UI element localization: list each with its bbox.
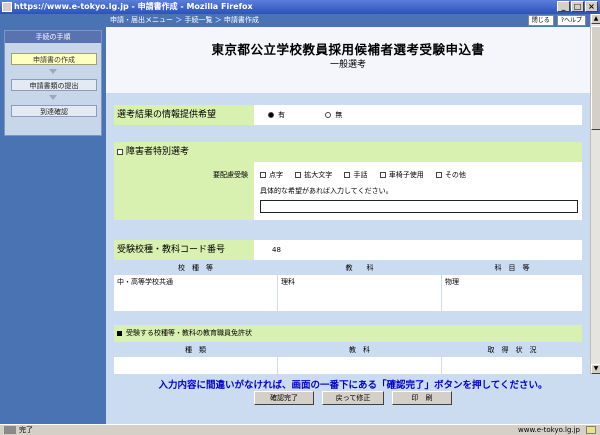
option-wheelchair-checkbox[interactable]: 車椅子使用	[379, 171, 424, 179]
status-bar: 完了 www.e-tokyo.lg.jp	[0, 424, 600, 435]
exam-code-label: 受験校種・教科コード番号	[114, 240, 254, 260]
exam-table-cell-course: 物理	[442, 275, 582, 311]
status-text: 完了	[19, 426, 33, 434]
status-domain: www.e-tokyo.lg.jp	[518, 426, 580, 434]
license-section-header: 受験する校種等・教科の教育職員免許状	[114, 325, 582, 342]
sidebar: 手続の手順 申請書の作成 申請書類の提出 到達確認	[0, 14, 106, 424]
breadcrumb: 申請・届出メニュー ＞ 手続一覧 ＞ 申請書作成 閉じる ?ヘルプ	[106, 14, 590, 27]
exam-table-header-school-type: 校 種 等	[114, 262, 277, 274]
maximize-button[interactable]: □	[571, 1, 584, 12]
step-arrow-icon	[49, 95, 57, 100]
confirmation-notice: 入力内容に間違いがなければ、画面の一番下にある「確認完了」ボタンを押してください…	[158, 380, 548, 391]
license-table-header-subject: 教 科	[278, 344, 441, 356]
disability-section-header: 障害者特別選考	[114, 142, 582, 162]
info-provision-options: 有 無	[254, 105, 582, 125]
info-provision-label: 選考結果の情報提供希望	[114, 105, 254, 125]
exam-code-value: 48	[254, 240, 582, 260]
radio-empty-icon	[325, 112, 332, 118]
close-window-button[interactable]: ×	[585, 1, 598, 12]
status-icon	[4, 426, 16, 434]
step-arrival-confirmation: 到達確認	[11, 105, 97, 117]
license-table-header-status: 取 得 状 況	[442, 344, 582, 356]
consideration-options: 点字 拡大文字 手話 車椅子使用 その他	[260, 170, 466, 180]
consideration-text-input[interactable]	[260, 200, 578, 213]
exam-table-cell-school-type: 中・高等学校共通	[114, 275, 277, 311]
form-content-area: 申請・届出メニュー ＞ 手続一覧 ＞ 申請書作成 閉じる ?ヘルプ 東京都公立学…	[106, 14, 590, 374]
license-table-cell	[442, 357, 582, 374]
procedure-steps-panel: 手続の手順 申請書の作成 申請書類の提出 到達確認	[4, 30, 102, 136]
square-bullet-icon	[117, 330, 122, 336]
license-table-cell	[114, 357, 277, 374]
print-button[interactable]: 印 刷	[392, 391, 452, 405]
disability-label: 障害者特別選考	[126, 147, 190, 157]
step-arrow-icon	[49, 69, 57, 74]
scroll-thumb[interactable]	[591, 26, 600, 130]
info-provision-no-radio[interactable]: 無	[325, 111, 342, 119]
license-label: 受験する校種等・教科の教育職員免許状	[126, 329, 252, 337]
step-submit-documents: 申請書類の提出	[11, 79, 97, 91]
option-other-checkbox[interactable]: その他	[435, 171, 466, 179]
option-sign-language-checkbox[interactable]: 手話	[344, 171, 367, 179]
license-table-cell	[278, 357, 441, 374]
exam-table-cell-subject: 理科	[278, 275, 441, 311]
bottom-action-panel: 入力内容に間違いがなければ、画面の一番下にある「確認完了」ボタンを押してください…	[106, 374, 600, 424]
window-title: https://www.e-tokyo.lg.jp - 申請書作成 - Mozi…	[14, 2, 253, 11]
exam-table-header-subject: 教 科	[278, 262, 441, 274]
license-table-header-type: 種 類	[114, 344, 277, 356]
window-title-bar: https://www.e-tokyo.lg.jp - 申請書作成 - Mozi…	[0, 0, 600, 14]
minimize-button[interactable]: _	[557, 1, 570, 12]
back-and-edit-button[interactable]: 戻って修正	[322, 391, 384, 405]
exam-table-header-course: 科 目 等	[442, 262, 582, 274]
disability-checkbox[interactable]	[117, 148, 123, 155]
page-subtitle: 一般選考	[329, 60, 366, 70]
consideration-panel: 点字 拡大文字 手話 車椅子使用 その他 具体的な希望があれば入力してください。	[254, 162, 582, 220]
radio-selected-icon	[268, 112, 274, 118]
browser-icon	[2, 2, 12, 12]
page-header: 東京都公立学校教員採用候補者選考受験申込書 一般選考	[106, 27, 590, 93]
step-create-application: 申請書の作成	[11, 53, 97, 65]
option-braille-checkbox[interactable]: 点字	[260, 171, 283, 179]
vertical-scrollbar[interactable]: ▲ ▼	[590, 14, 600, 374]
page-title: 東京都公立学校教員採用候補者選考受験申込書	[211, 42, 485, 57]
breadcrumb-text: 申請・届出メニュー ＞ 手続一覧 ＞ 申請書作成	[110, 16, 259, 24]
consideration-instruction: 具体的な希望があれば入力してください。	[260, 187, 393, 195]
scroll-down-icon[interactable]: ▼	[591, 364, 600, 374]
help-button[interactable]: ?ヘルプ	[556, 15, 586, 26]
scroll-up-icon[interactable]: ▲	[591, 14, 600, 24]
info-provision-yes-radio[interactable]: 有	[268, 111, 285, 119]
confirm-complete-button[interactable]: 確認完了	[254, 391, 314, 405]
close-page-button[interactable]: 閉じる	[527, 15, 554, 26]
lock-icon	[586, 426, 596, 434]
consideration-label: 要配慮受験	[114, 162, 254, 220]
option-large-print-checkbox[interactable]: 拡大文字	[295, 171, 332, 179]
procedure-steps-title: 手続の手順	[5, 31, 101, 43]
